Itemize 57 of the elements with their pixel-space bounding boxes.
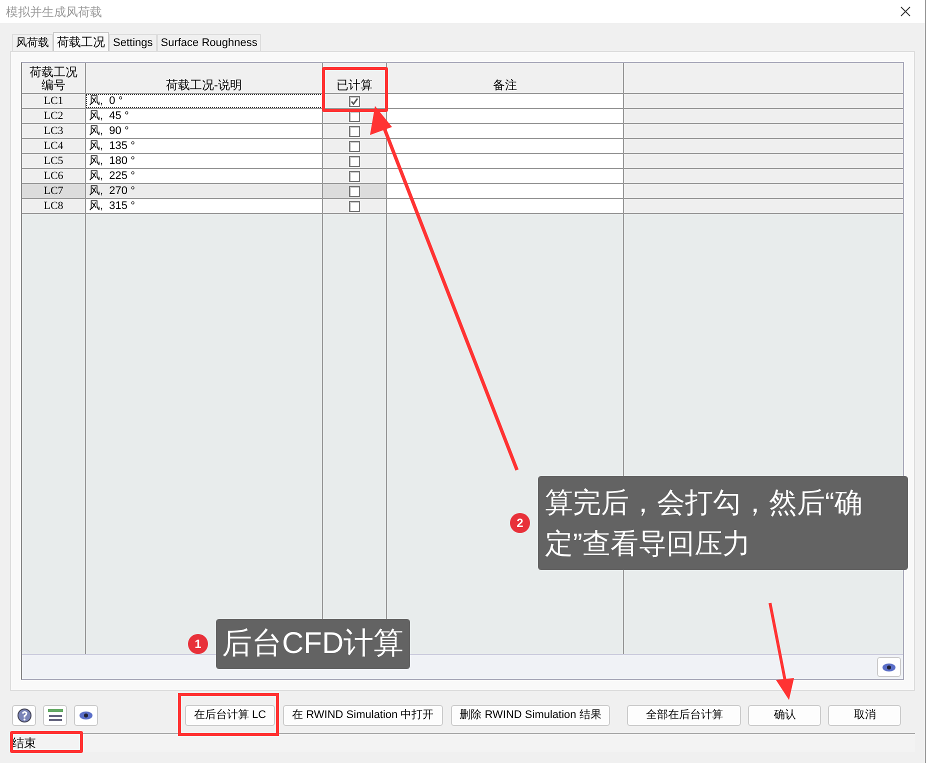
view-button[interactable] bbox=[877, 657, 901, 677]
table-row[interactable]: LC7 风, 270 ° bbox=[22, 184, 903, 199]
table-row[interactable]: LC3 风, 90 ° bbox=[22, 124, 903, 139]
table-cell: 风, 180 ° bbox=[89, 154, 135, 168]
table-row[interactable]: LC4 风, 135 ° bbox=[22, 139, 903, 154]
action-button[interactable]: 在后台计算 LC bbox=[185, 704, 276, 726]
table-row[interactable]: LC1 风, 0 ° bbox=[22, 94, 903, 109]
checkbox[interactable] bbox=[349, 200, 360, 212]
view-button[interactable] bbox=[74, 704, 98, 726]
table-cell: 风, 90 ° bbox=[89, 124, 129, 138]
table-cell: LC6 bbox=[44, 170, 64, 182]
table-cell: LC3 bbox=[44, 124, 64, 138]
table-row[interactable]: LC2 风, 45 ° bbox=[22, 109, 903, 124]
tab[interactable]: 风荷载 bbox=[12, 34, 53, 51]
table-cell: LC2 bbox=[44, 110, 64, 122]
window-title: 模拟并生成风荷载 bbox=[6, 4, 102, 20]
cancel-button[interactable]: 取消 bbox=[828, 704, 902, 726]
table-cell: 风, 135 ° bbox=[89, 140, 135, 152]
action-button[interactable]: 在 RWIND Simulation 中打开 bbox=[283, 704, 443, 726]
checkbox[interactable] bbox=[349, 170, 360, 182]
table-cell: LC8 bbox=[44, 200, 64, 212]
help-icon bbox=[16, 708, 32, 722]
checkbox[interactable] bbox=[349, 140, 360, 152]
checkbox[interactable] bbox=[349, 186, 360, 196]
checkbox[interactable] bbox=[349, 156, 360, 166]
eye-icon bbox=[882, 662, 896, 672]
units-button[interactable] bbox=[43, 704, 67, 726]
callout: 算完后，会打勾，然后“确定”查看导回压力 bbox=[538, 476, 908, 570]
column-header: 已计算 bbox=[336, 79, 372, 93]
table-cell: 风, 270 ° bbox=[89, 184, 135, 198]
table-row[interactable]: LC8 风, 315 ° bbox=[22, 199, 903, 214]
table-cell: LC1 bbox=[44, 94, 64, 108]
table-cell: LC7 bbox=[44, 184, 64, 198]
table-cell: LC4 bbox=[44, 140, 64, 152]
close-icon[interactable] bbox=[900, 6, 911, 17]
tab[interactable]: Surface Roughness bbox=[156, 34, 262, 51]
ok-button[interactable]: 确认 bbox=[748, 704, 822, 726]
table-cell: 风, 225 ° bbox=[89, 170, 135, 182]
column-header: 备注 bbox=[493, 79, 517, 93]
table-cell: 风, 315 ° bbox=[89, 200, 135, 212]
help-button[interactable] bbox=[12, 704, 36, 726]
column-header: 荷载工况-说明 bbox=[166, 79, 242, 93]
column-header: 荷载工况编号 bbox=[28, 66, 78, 93]
action-button[interactable]: 全部在后台计算 bbox=[627, 704, 742, 726]
tab[interactable]: 荷载工况 bbox=[53, 32, 109, 52]
table-row[interactable]: LC6 风, 225 ° bbox=[22, 169, 903, 184]
callout: 后台CFD计算 bbox=[216, 619, 410, 669]
table-row[interactable]: LC5 风, 180 ° bbox=[22, 154, 903, 169]
checkbox[interactable] bbox=[349, 126, 360, 136]
checkbox[interactable] bbox=[349, 96, 360, 106]
highlight-frame bbox=[322, 67, 388, 112]
table-cell: 风, 45 ° bbox=[89, 110, 129, 122]
tab[interactable]: Settings bbox=[109, 34, 157, 51]
table-cell: 风, 0 ° bbox=[89, 94, 123, 108]
eye-icon bbox=[79, 710, 93, 720]
table-cell: LC5 bbox=[44, 154, 64, 168]
action-button[interactable]: 删除 RWIND Simulation 结果 bbox=[450, 704, 610, 726]
